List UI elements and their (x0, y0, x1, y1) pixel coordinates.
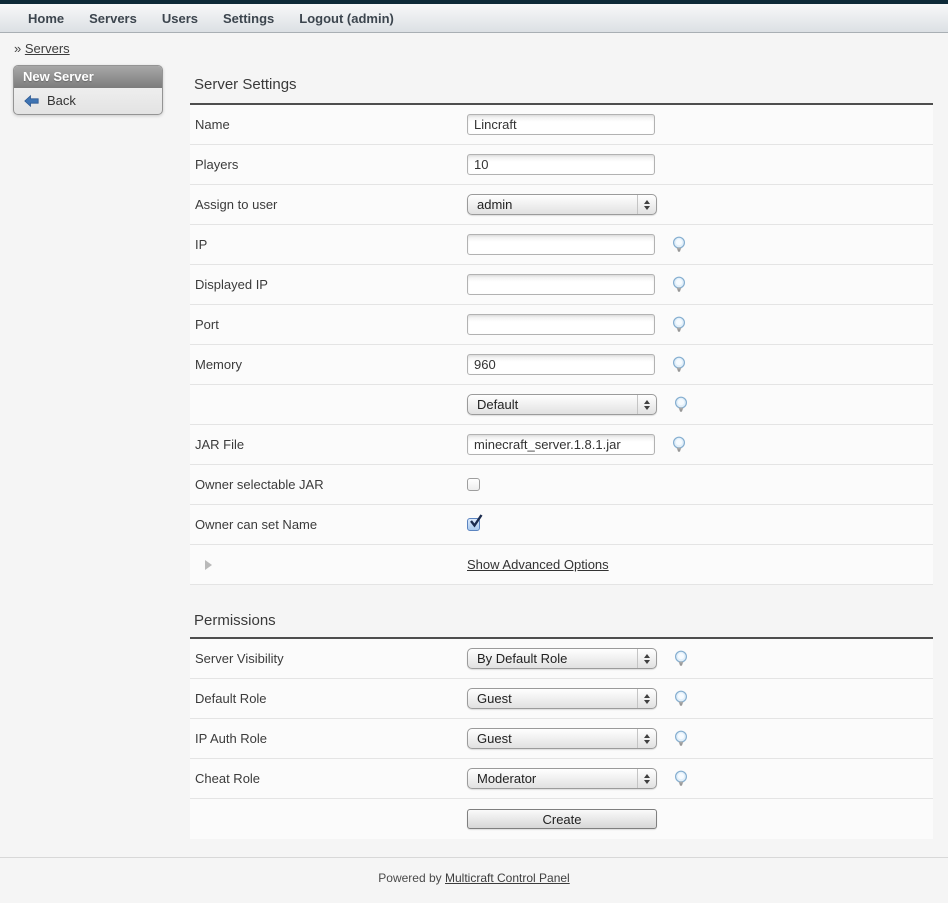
memory-field[interactable] (467, 354, 655, 375)
field-label: IP Auth Role (190, 731, 467, 746)
form-row-displayed-ip: Displayed IP (190, 265, 933, 305)
sidebar-panel: New Server Back (13, 65, 163, 115)
form-row-owner-selectable-jar: Owner selectable JAR (190, 465, 933, 505)
jar-file-field[interactable] (467, 434, 655, 455)
help-bulb-icon[interactable] (673, 770, 689, 787)
port-field[interactable] (467, 314, 655, 335)
field-label: Cheat Role (190, 771, 467, 786)
select-arrows-icon (637, 769, 656, 788)
disclosure-triangle-icon[interactable] (205, 560, 212, 570)
form-row-jar-file: JAR File (190, 425, 933, 465)
back-button[interactable]: Back (14, 88, 162, 114)
nav-item-users[interactable]: Users (162, 11, 198, 26)
help-bulb-icon[interactable] (673, 396, 689, 413)
form-row-default-select: Default (190, 385, 933, 425)
help-bulb-icon[interactable] (673, 650, 689, 667)
help-bulb-icon[interactable] (671, 436, 687, 453)
breadcrumb-link-servers[interactable]: Servers (25, 41, 70, 56)
select-arrows-icon (637, 729, 656, 748)
field-label: Server Visibility (190, 651, 467, 666)
field-label: Assign to user (190, 197, 467, 212)
select-value: Guest (468, 691, 637, 706)
form-row-owner-can-set-name: Owner can set Name (190, 505, 933, 545)
server-visibility-select[interactable]: By Default Role (467, 648, 657, 669)
select-value: Moderator (468, 771, 637, 786)
form-row-server-visibility: Server Visibility By Default Role (190, 639, 933, 679)
help-bulb-icon[interactable] (671, 236, 687, 253)
select-value: Default (468, 397, 637, 412)
checkmark-icon (468, 513, 484, 529)
players-field[interactable] (467, 154, 655, 175)
field-label: Players (190, 157, 467, 172)
main-nav: Home Servers Users Settings Logout (admi… (0, 4, 948, 33)
main-content: Server Settings Name Players Assign to u… (190, 65, 933, 839)
section-title-server-settings: Server Settings (194, 75, 933, 95)
field-label: Memory (190, 357, 467, 372)
form-row-ip: IP (190, 225, 933, 265)
nav-item-logout[interactable]: Logout (admin) (299, 11, 394, 26)
help-bulb-icon[interactable] (671, 356, 687, 373)
page-footer: Powered by Multicraft Control Panel (0, 857, 948, 885)
footer-link-multicraft[interactable]: Multicraft Control Panel (445, 871, 570, 885)
select-arrows-icon (637, 649, 656, 668)
form-row-port: Port (190, 305, 933, 345)
footer-text: Powered by (378, 871, 441, 885)
form-row-players: Players (190, 145, 933, 185)
name-field[interactable] (467, 114, 655, 135)
sidebar-title: New Server (14, 66, 162, 88)
ip-field[interactable] (467, 234, 655, 255)
nav-item-servers[interactable]: Servers (89, 11, 137, 26)
owner-can-set-name-checkbox[interactable] (467, 518, 480, 531)
form-row-create: Create (190, 799, 933, 839)
help-bulb-icon[interactable] (671, 316, 687, 333)
field-label: IP (190, 237, 467, 252)
assign-user-select[interactable]: admin (467, 194, 657, 215)
select-arrows-icon (637, 395, 656, 414)
select-value: By Default Role (468, 651, 637, 666)
show-advanced-options-link[interactable]: Show Advanced Options (467, 557, 609, 572)
field-label: Displayed IP (190, 277, 467, 292)
help-bulb-icon[interactable] (673, 730, 689, 747)
default-select[interactable]: Default (467, 394, 657, 415)
nav-item-settings[interactable]: Settings (223, 11, 274, 26)
select-value: Guest (468, 731, 637, 746)
form-row-ip-auth-role: IP Auth Role Guest (190, 719, 933, 759)
select-value: admin (468, 197, 637, 212)
field-label: Owner can set Name (190, 517, 467, 532)
field-label: Owner selectable JAR (190, 477, 467, 492)
nav-item-home[interactable]: Home (28, 11, 64, 26)
field-label: JAR File (190, 437, 467, 452)
form-row-name: Name (190, 105, 933, 145)
cheat-role-select[interactable]: Moderator (467, 768, 657, 789)
help-bulb-icon[interactable] (671, 276, 687, 293)
field-label: Default Role (190, 691, 467, 706)
owner-selectable-jar-checkbox[interactable] (467, 478, 480, 491)
breadcrumb-separator: » (14, 41, 21, 56)
create-button[interactable]: Create (467, 809, 657, 829)
form-row-cheat-role: Cheat Role Moderator (190, 759, 933, 799)
breadcrumb: » Servers (14, 41, 948, 56)
default-role-select[interactable]: Guest (467, 688, 657, 709)
displayed-ip-field[interactable] (467, 274, 655, 295)
section-title-permissions: Permissions (194, 611, 933, 631)
back-arrow-icon (24, 95, 39, 107)
form-row-default-role: Default Role Guest (190, 679, 933, 719)
select-arrows-icon (637, 689, 656, 708)
select-arrows-icon (637, 195, 656, 214)
form-row-advanced-options: Show Advanced Options (190, 545, 933, 585)
field-label: Port (190, 317, 467, 332)
form-row-memory: Memory (190, 345, 933, 385)
form-row-assign-user: Assign to user admin (190, 185, 933, 225)
field-label: Name (190, 117, 467, 132)
ip-auth-role-select[interactable]: Guest (467, 728, 657, 749)
help-bulb-icon[interactable] (673, 690, 689, 707)
back-label: Back (47, 93, 76, 108)
